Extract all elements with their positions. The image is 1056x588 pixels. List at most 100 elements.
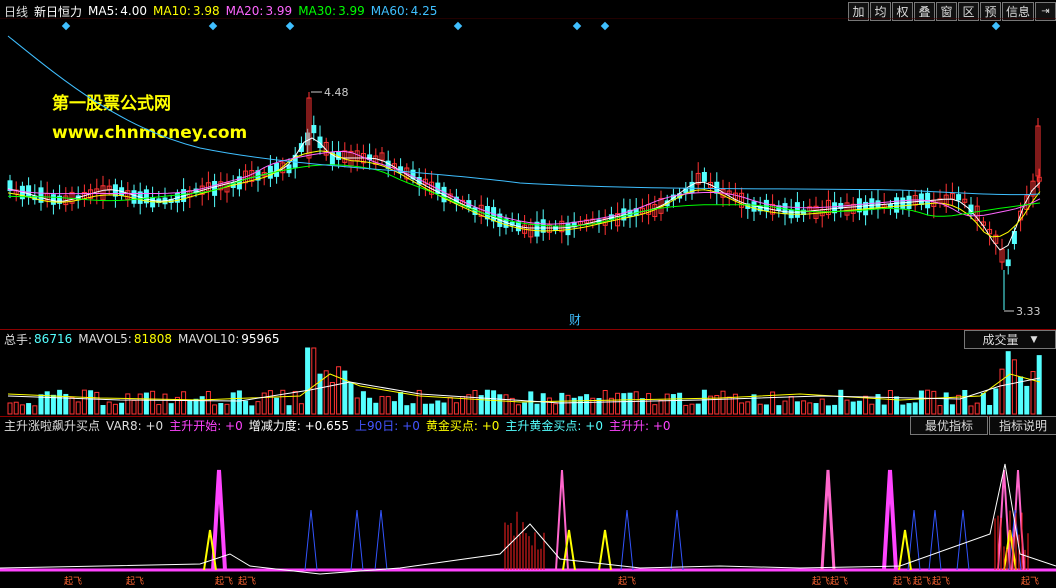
blue-spike	[928, 509, 942, 571]
event-diamond-icon	[61, 21, 71, 31]
volume-bar	[367, 397, 373, 415]
event-diamond-icon	[453, 21, 463, 31]
volume-bar	[292, 390, 298, 415]
candle-body	[50, 194, 56, 205]
volume-bar	[739, 402, 745, 415]
signal-spike	[211, 469, 227, 571]
volume-bar	[69, 396, 75, 415]
volume-bar	[887, 390, 893, 415]
chevron-down-icon: ▼	[1030, 334, 1038, 345]
event-diamond-icon	[285, 21, 295, 31]
ma30-value: 3.99	[338, 4, 365, 18]
candle-body	[26, 185, 32, 198]
volume-bar	[267, 390, 273, 415]
volume-bar	[559, 392, 565, 415]
blue-spike	[670, 509, 684, 571]
volume-bar	[311, 347, 317, 415]
volume-bar	[162, 393, 168, 415]
volume-bar	[106, 401, 112, 415]
ma5-value: 4.00	[120, 4, 147, 18]
volume-bar	[906, 403, 912, 415]
volume-bar	[274, 397, 280, 415]
ma10-label: MA10:	[153, 4, 191, 18]
volume-bar	[1030, 371, 1036, 415]
volume-bar	[689, 403, 695, 415]
candle-body	[918, 193, 924, 205]
candlestick-chart[interactable]: 4.48 3.33 财	[0, 18, 1056, 330]
volume-bar	[243, 400, 249, 415]
volume-bar	[156, 404, 162, 415]
volume-bar	[19, 404, 25, 415]
volume-bar	[286, 405, 292, 415]
volume-bar	[522, 402, 528, 415]
volume-bar	[980, 393, 986, 415]
volume-bar	[546, 397, 552, 415]
candle-body	[894, 197, 900, 213]
candle-body	[956, 194, 962, 201]
volume-bar	[88, 390, 94, 415]
signal-marker: 起飞	[64, 576, 82, 587]
signal-marker: 起飞	[893, 576, 911, 587]
volume-bar	[398, 391, 404, 415]
volume-chart[interactable]	[0, 346, 1056, 416]
event-diamond-icon	[208, 21, 218, 31]
volume-bar	[422, 403, 428, 415]
signal-marker: 起飞	[1021, 576, 1039, 587]
volume-bar	[509, 397, 515, 415]
volume-bar	[577, 396, 583, 415]
signal-marker: 起飞	[913, 576, 931, 587]
indicator-huangjin: 黄金买点: +0	[425, 419, 500, 433]
volume-bar	[404, 405, 410, 415]
volume-bar	[794, 401, 800, 415]
high-price-label: 4.48	[324, 86, 349, 99]
indicator-zengjian: 增减力度: +0.655	[248, 419, 350, 433]
volume-bar	[633, 391, 639, 415]
best-indicator-button[interactable]: 最优指标	[910, 416, 988, 435]
volume-bar	[931, 390, 937, 415]
volume-bar	[460, 396, 466, 415]
volume-bar	[801, 400, 807, 415]
signal-marker: 起飞	[812, 576, 830, 587]
volume-bar	[81, 389, 87, 415]
indicator-zhusheng-huangjin: 主升黄金买点: +0	[505, 419, 603, 433]
volume-bar	[974, 402, 980, 415]
volume-bar	[298, 403, 304, 415]
volume-bar	[708, 395, 714, 415]
volume-bar	[38, 394, 44, 415]
volume-bar	[962, 389, 968, 415]
period-label[interactable]: 日线	[4, 3, 28, 20]
volume-bar	[553, 403, 559, 415]
volume-bar	[385, 396, 391, 415]
signal-marker: 起飞	[238, 576, 256, 587]
volume-bar	[670, 394, 676, 415]
volume-bar	[819, 398, 825, 415]
volume-bar	[373, 402, 379, 415]
volume-bar	[925, 389, 931, 415]
signal-marker: 起飞	[215, 576, 233, 587]
candle-body	[1005, 259, 1011, 267]
volume-bar	[491, 390, 497, 415]
volume-bar	[255, 401, 261, 415]
volume-bar	[230, 392, 236, 415]
volume-bar	[143, 392, 149, 415]
ma30-label: MA30:	[298, 4, 337, 18]
indicator-chart[interactable]: 起飞 起飞 起飞 起飞 起飞 起飞 起飞 起飞 起飞 起飞 起飞	[0, 434, 1056, 588]
volume-bar	[1011, 359, 1017, 415]
signal-spike	[820, 469, 836, 571]
volume-bar	[218, 403, 224, 415]
blue-spike	[620, 509, 634, 571]
volume-bar	[869, 403, 875, 415]
mavol10-label: MAVOL10:	[178, 332, 240, 346]
volume-bar	[342, 370, 348, 415]
volume-bar	[57, 389, 63, 415]
volume-bar	[968, 405, 974, 415]
volume-bar	[1005, 351, 1011, 415]
volume-bar	[844, 399, 850, 415]
event-diamond-icon	[600, 21, 610, 31]
volume-bar	[856, 400, 862, 415]
volume-bar	[13, 401, 19, 415]
volume-bar	[205, 390, 211, 415]
volume-bar	[453, 402, 459, 415]
volume-bar	[850, 401, 856, 415]
indicator-explain-button[interactable]: 指标说明	[989, 416, 1056, 435]
